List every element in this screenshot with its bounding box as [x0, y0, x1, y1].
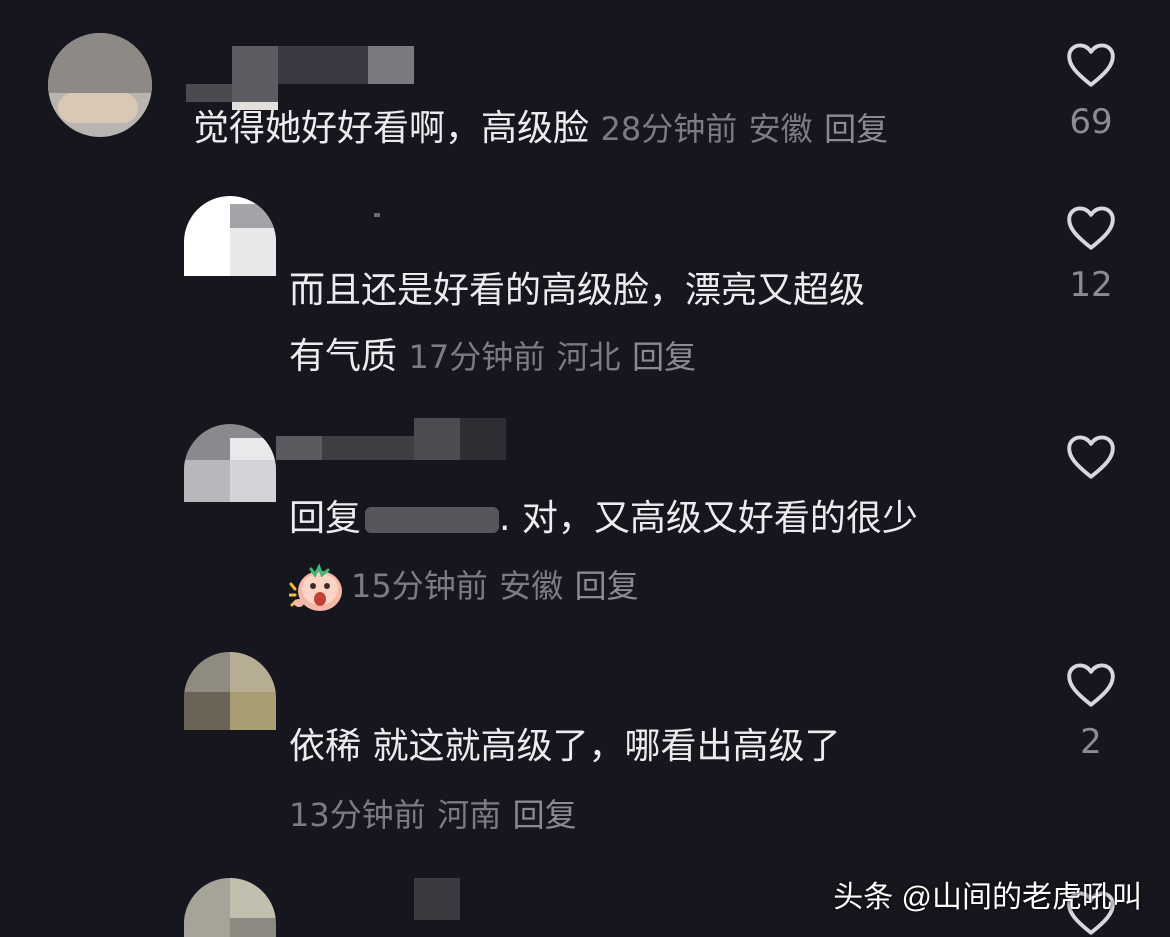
username-redacted[interactable] — [414, 878, 460, 920]
reply-button[interactable]: 回复 — [632, 338, 696, 376]
shocked-face-emoji-icon — [289, 563, 342, 611]
reply-button[interactable]: 回复 — [513, 796, 577, 834]
heart-outline-icon[interactable] — [1064, 40, 1118, 88]
avatar[interactable] — [48, 33, 152, 137]
reply-button[interactable]: 回复 — [575, 567, 639, 605]
reply-button[interactable]: 回复 — [824, 110, 888, 148]
like-control — [1061, 432, 1121, 480]
like-control: 12 — [1061, 203, 1121, 305]
like-count: 12 — [1069, 265, 1113, 305]
comment-time: 17分钟前 — [408, 338, 546, 376]
comment-text: 而且还是好看的高级脸，漂亮又超级 — [289, 270, 866, 311]
avatar[interactable] — [184, 652, 276, 730]
heart-outline-icon[interactable] — [1064, 203, 1118, 251]
comment-location: 河南 — [437, 796, 502, 834]
comment-time: 13分钟前 — [289, 796, 426, 834]
mentioned-user-redacted[interactable] — [365, 507, 500, 533]
like-count: 2 — [1080, 722, 1102, 762]
heart-outline-icon[interactable] — [1064, 660, 1118, 708]
comment-location: 安徽 — [748, 110, 813, 148]
comment-text: 有气质 — [289, 336, 398, 377]
watermark: 头条 @山间的老虎吼叫 — [833, 881, 1142, 914]
like-count: 69 — [1069, 102, 1113, 142]
comment-time: 15分钟前 — [351, 567, 488, 605]
reply-prefix: 回复 — [289, 498, 362, 539]
comment-text: 依稀 就这就高级了，哪看出高级了 — [289, 726, 841, 767]
username-redacted[interactable] — [374, 213, 380, 217]
comment-time: 28分钟前 — [600, 110, 738, 148]
username-redacted[interactable] — [276, 418, 506, 460]
avatar[interactable] — [184, 424, 276, 502]
heart-outline-icon[interactable] — [1064, 432, 1118, 480]
comment-location: 安徽 — [499, 567, 564, 605]
comment-text: 觉得她好好看啊，高级脸 — [193, 108, 590, 149]
username-redacted[interactable] — [186, 46, 414, 110]
comment-text: . 对，又高级又好看的很少 — [499, 498, 918, 539]
like-control: 69 — [1061, 40, 1121, 142]
like-control: 2 — [1061, 660, 1121, 762]
avatar[interactable] — [184, 196, 276, 276]
avatar[interactable] — [184, 878, 276, 937]
comment-location: 河北 — [556, 338, 621, 376]
